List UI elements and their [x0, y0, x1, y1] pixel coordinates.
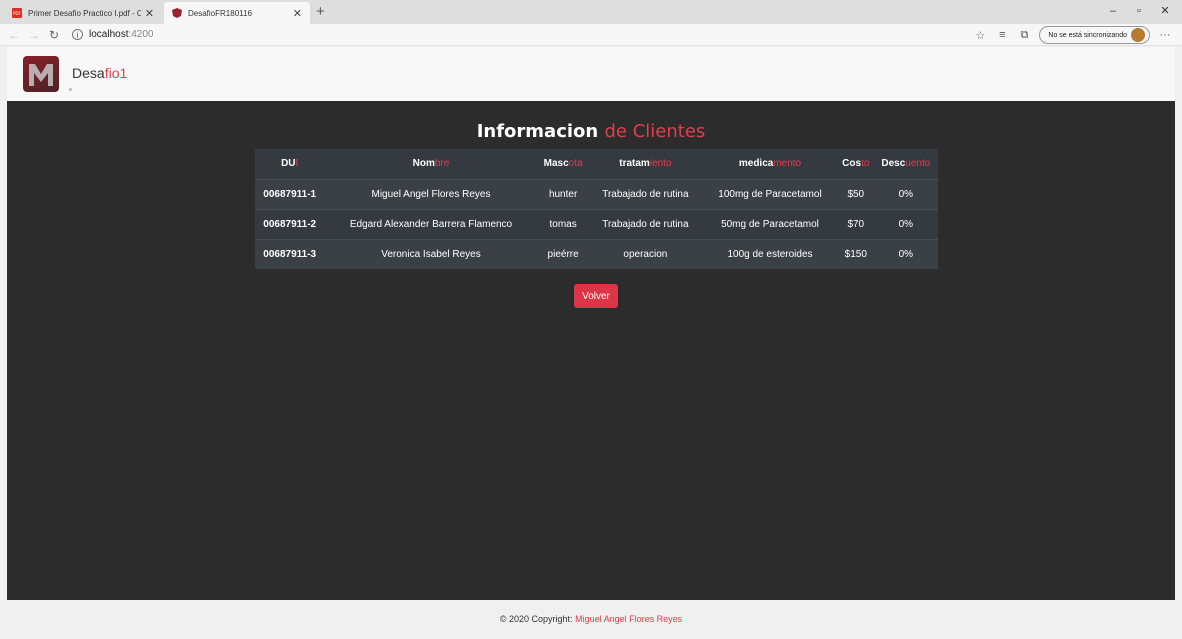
tab-title: Primer Desafio Practico I.pdf - O [28, 8, 141, 18]
back-icon[interactable]: ← [4, 28, 24, 42]
refresh-icon[interactable]: ↻ [44, 28, 64, 42]
cell-dui: 00687911-3 [255, 238, 325, 269]
footer-author-link[interactable]: Miguel Angel Flores Reyes [575, 614, 682, 624]
cell-costo: $150 [837, 238, 874, 269]
window-controls: – ▫ ✕ [1100, 2, 1178, 20]
table-row: 00687911-2 Edgard Alexander Barrera Flam… [255, 208, 938, 239]
tab-title: DesafioFR180116 [188, 8, 252, 18]
cell-medicamento: 100mg de Paracetamol [702, 178, 838, 209]
cell-costo: $70 [837, 208, 874, 239]
cell-nombre: Edgard Alexander Barrera Flamenco [324, 208, 538, 239]
brand-accent: fio1 [104, 65, 128, 81]
page-title: Informacion de Clientes [7, 121, 1175, 142]
sync-button[interactable]: No se está sincronizando [1039, 26, 1150, 44]
cell-mascota: hunter [537, 178, 589, 209]
angular-icon [172, 8, 182, 18]
more-icon[interactable]: ··· [1154, 29, 1176, 41]
column-header: DUI [255, 149, 325, 179]
decorative-dot [69, 88, 72, 91]
footer: © 2020 Copyright: Miguel Angel Flores Re… [7, 600, 1175, 639]
cell-nombre: Veronica Isabel Reyes [324, 238, 538, 269]
browser-tab-desafio[interactable]: DesafioFR180116 ✕ [164, 2, 310, 24]
browser-toolbar-right: ☆ ≡ ⧉ No se está sincronizando ··· [969, 26, 1176, 44]
close-icon[interactable]: ✕ [293, 7, 302, 20]
forward-icon[interactable]: → [24, 28, 44, 42]
brand-title[interactable]: Desafio1 [72, 65, 127, 81]
sync-label: No se está sincronizando [1048, 31, 1127, 39]
cell-tratamiento: Trabajado de rutina [588, 208, 703, 239]
cell-costo: $50 [837, 178, 874, 209]
url-field[interactable]: i localhost:4200 [72, 29, 154, 40]
restore-icon[interactable]: ▫ [1126, 2, 1152, 20]
pdf-icon: PDF [12, 8, 22, 18]
table-row: 00687911-3 Veronica Isabel Reyes pieérre… [255, 238, 938, 269]
column-header: tratamiento [588, 149, 703, 179]
cell-tratamiento: Trabajado de rutina [588, 178, 703, 209]
title-accent: de Clientes [604, 121, 706, 142]
star-icon[interactable]: ☆ [969, 29, 991, 42]
svg-text:PDF: PDF [13, 11, 21, 16]
cell-mascota: pieérre [537, 238, 589, 269]
logo-m-icon [29, 64, 53, 86]
column-header: Nombre [324, 149, 538, 179]
clients-table: DUI Nombre Mascota tratamiento medicamen… [255, 149, 938, 269]
avatar [1131, 28, 1145, 42]
cell-descuento: 0% [873, 208, 938, 239]
main-content: Informacion de Clientes DUI Nombre Masco… [7, 101, 1175, 600]
column-header: medicamento [702, 149, 838, 179]
column-header: Mascota [537, 149, 589, 179]
browser-tabstrip: PDF Primer Desafio Practico I.pdf - O ✕ … [0, 0, 1182, 24]
cell-descuento: 0% [873, 178, 938, 209]
app-logo[interactable] [23, 56, 59, 92]
title-main: Informacion [476, 121, 599, 142]
cell-mascota: tomas [537, 208, 589, 239]
cell-dui: 00687911-2 [255, 208, 325, 239]
cell-tratamiento: operacion [588, 238, 703, 269]
table-header-row: DUI Nombre Mascota tratamiento medicamen… [255, 149, 938, 179]
volver-button[interactable]: Volver [574, 284, 618, 308]
column-header: Descuento [873, 149, 938, 179]
info-icon[interactable]: i [72, 29, 83, 40]
collections-icon[interactable]: ⧉ [1013, 29, 1035, 42]
favorites-icon[interactable]: ≡ [991, 29, 1013, 41]
close-icon[interactable]: ✕ [145, 7, 154, 20]
url-port: :4200 [128, 29, 154, 40]
footer-copyright: © 2020 Copyright: [499, 614, 573, 624]
url-host: localhost [89, 29, 129, 40]
minimize-icon[interactable]: – [1100, 2, 1126, 20]
table-row: 00687911-1 Miguel Angel Flores Reyes hun… [255, 178, 938, 209]
cell-medicamento: 50mg de Paracetamol [702, 208, 838, 239]
brand-main: Desa [72, 65, 105, 81]
column-header: Costo [837, 149, 874, 179]
cell-descuento: 0% [873, 238, 938, 269]
browser-tab-pdf[interactable]: PDF Primer Desafio Practico I.pdf - O ✕ [4, 2, 162, 24]
cell-nombre: Miguel Angel Flores Reyes [324, 178, 538, 209]
cell-dui: 00687911-1 [255, 178, 325, 209]
web-page: Desafio1 Informacion de Clientes DUI Nom… [7, 47, 1175, 639]
close-window-icon[interactable]: ✕ [1152, 2, 1178, 20]
address-bar: ← → ↻ i localhost:4200 ☆ ≡ ⧉ No se está … [0, 24, 1182, 46]
cell-medicamento: 100g de esteroides [702, 238, 838, 269]
new-tab-button[interactable]: + [316, 3, 325, 20]
navbar: Desafio1 [7, 47, 1175, 101]
